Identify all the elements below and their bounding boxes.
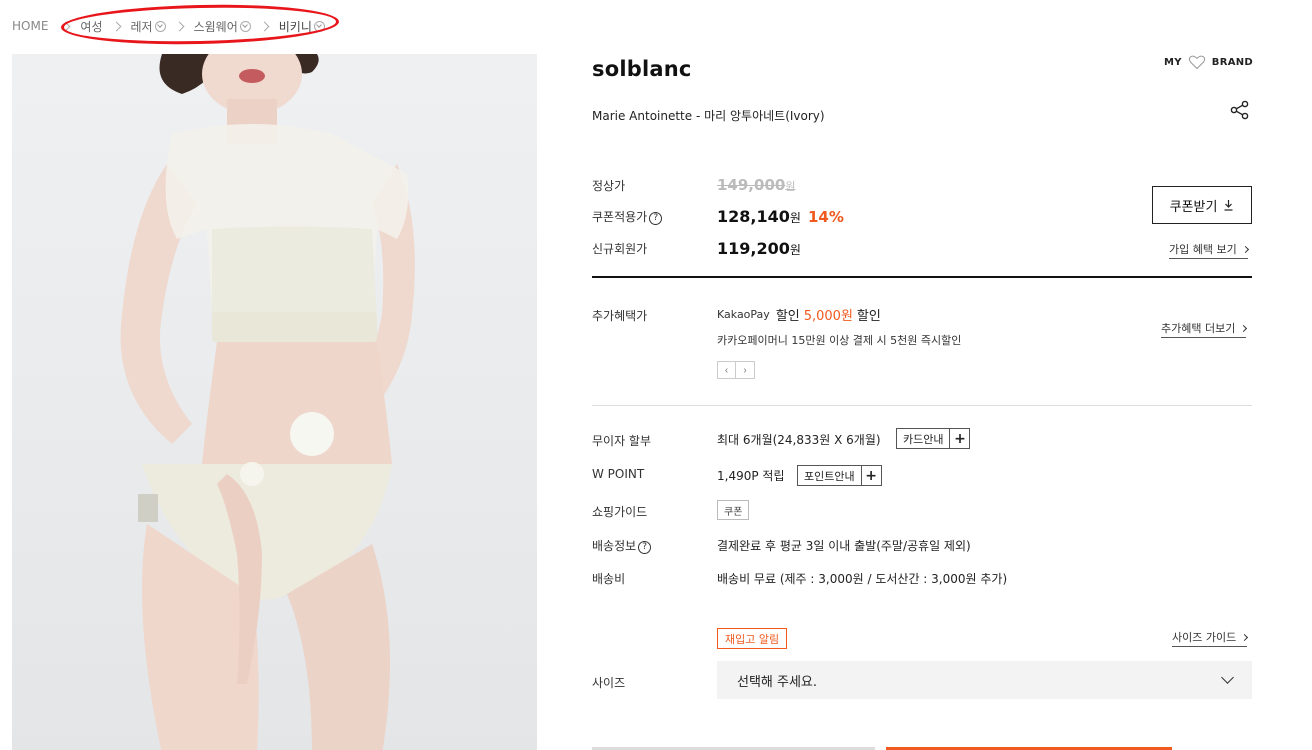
brand-name[interactable]: solblanc xyxy=(592,57,692,81)
breadcrumb-label: 레저 xyxy=(130,19,153,34)
breadcrumb-label: 비키니 xyxy=(278,19,312,34)
coupon-download-button[interactable]: 쿠폰받기 xyxy=(1152,186,1252,224)
share-icon[interactable] xyxy=(1230,100,1250,120)
breadcrumb-separator-icon xyxy=(111,21,121,31)
my-brand-toggle[interactable]: MY BRAND xyxy=(1164,54,1253,70)
size-select-placeholder: 선택해 주세요. xyxy=(737,674,818,690)
download-icon xyxy=(1224,200,1233,211)
prev-arrow-icon[interactable]: ‹ xyxy=(717,361,736,379)
member-price-label: 신규회원가 xyxy=(592,242,648,256)
chevron-down-icon xyxy=(1221,671,1234,684)
dropdown-circle-icon[interactable] xyxy=(239,20,251,32)
shipping-info-label: 배송정보? xyxy=(592,537,652,554)
installment-label: 무이자 할부 xyxy=(592,434,652,448)
more-benefits-link-label: 추가혜택 더보기 xyxy=(1161,322,1236,335)
heart-icon[interactable] xyxy=(1188,54,1206,70)
regular-price-label: 정상가 xyxy=(592,179,626,193)
kakaopay-label: KakaoPay xyxy=(717,308,770,321)
chevron-right-icon xyxy=(1241,633,1249,641)
breadcrumb-label: 여성 xyxy=(80,19,103,34)
coupon-button-label: 쿠폰받기 xyxy=(1169,199,1218,215)
breadcrumb-item-women[interactable]: 여성 xyxy=(80,18,102,35)
breadcrumb-home[interactable]: HOME xyxy=(12,19,48,33)
size-guide-link[interactable]: 사이즈 가이드 xyxy=(1172,629,1249,647)
coupon-price-value: 128,140 xyxy=(717,207,790,226)
breadcrumb-label: 스윔웨어 xyxy=(193,19,238,34)
regular-price: 149,000원 xyxy=(717,176,795,194)
benefit-amount: 5,000원 xyxy=(803,309,853,324)
coupon-price-label-text: 쿠폰적용가 xyxy=(592,210,648,224)
chevron-right-icon xyxy=(1241,245,1249,253)
restock-alert-button[interactable]: 재입고 알림 xyxy=(717,628,788,649)
installment-value: 최대 6개월(24,833원 X 6개월) xyxy=(717,433,881,447)
breadcrumb-separator-icon xyxy=(174,21,185,31)
plus-icon: + xyxy=(860,466,881,485)
coupon-price: 128,140원 xyxy=(717,207,801,226)
chevron-right-icon xyxy=(1240,324,1248,332)
shopping-guide-label: 쇼핑가이드 xyxy=(592,505,648,519)
shipping-fee-value: 배송비 무료 (제주 : 3,000원 / 도서산간 : 3,000원 추가) xyxy=(717,572,1008,586)
product-photo-illustration xyxy=(120,54,415,750)
benefit-pager: ‹ › xyxy=(717,361,755,379)
card-info-button[interactable]: 카드안내 + xyxy=(896,428,971,449)
breadcrumb-item-bikini[interactable]: 비키니 xyxy=(279,18,325,35)
regular-price-value: 149,000 xyxy=(717,176,786,194)
breadcrumb-item-leisure[interactable]: 레저 xyxy=(131,18,166,35)
product-image[interactable] xyxy=(12,54,537,750)
product-name: Marie Antoinette - 마리 앙투아네트(Ivory) xyxy=(592,109,825,123)
my-label: MY xyxy=(1164,56,1182,68)
shipping-fee-label: 배송비 xyxy=(592,572,626,586)
benefit-description: 카카오페이머니 15만원 이상 결제 시 5천원 즉시할인 xyxy=(717,334,962,347)
discount-word: 할인 xyxy=(856,309,881,324)
currency-unit: 원 xyxy=(789,243,801,257)
next-arrow-icon[interactable]: › xyxy=(736,361,755,379)
breadcrumb-item-swimwear[interactable]: 스윔웨어 xyxy=(194,18,251,35)
member-price: 119,200원 xyxy=(717,239,801,258)
brand-label: BRAND xyxy=(1211,56,1254,68)
dropdown-circle-icon[interactable] xyxy=(313,20,325,32)
section-divider xyxy=(592,276,1252,278)
discount-rate: 14% xyxy=(808,208,844,226)
section-divider xyxy=(592,405,1252,406)
card-info-label: 카드안내 xyxy=(903,432,944,446)
more-benefits-link[interactable]: 추가혜택 더보기 xyxy=(1161,320,1248,338)
size-label: 사이즈 xyxy=(592,676,626,690)
kakaopay-benefit: KakaoPay 할인 5,000원 할인 xyxy=(717,305,881,324)
help-question-icon[interactable]: ? xyxy=(649,212,663,225)
dropdown-circle-icon[interactable] xyxy=(154,20,166,32)
breadcrumb-separator-icon xyxy=(60,21,71,31)
currency-unit: 원 xyxy=(785,180,796,193)
discount-word: 할인 xyxy=(775,309,800,324)
help-question-icon[interactable]: ? xyxy=(638,541,652,554)
shipping-info-value: 결제완료 후 평균 3일 이내 출발(주말/공휴일 제외) xyxy=(717,539,971,553)
point-info-button[interactable]: 포인트안내 + xyxy=(797,465,882,486)
breadcrumb: HOME 여성 레저 스윔웨어 비키니 xyxy=(12,17,325,35)
currency-unit: 원 xyxy=(789,211,801,225)
breadcrumb-separator-icon xyxy=(259,21,270,31)
point-info-label: 포인트안내 xyxy=(804,469,855,483)
member-price-value: 119,200 xyxy=(717,239,790,258)
join-benefit-link-label: 가입 혜택 보기 xyxy=(1169,243,1237,256)
plus-icon: + xyxy=(949,429,969,448)
size-select[interactable]: 선택해 주세요. xyxy=(717,661,1252,699)
shipping-info-label-text: 배송정보 xyxy=(592,539,637,553)
point-label: W POINT xyxy=(592,467,645,481)
join-benefit-link[interactable]: 가입 혜택 보기 xyxy=(1169,241,1249,259)
point-value: 1,490P 적립 xyxy=(717,469,785,483)
coupon-guide-tag[interactable]: 쿠폰 xyxy=(717,500,750,520)
size-guide-link-label: 사이즈 가이드 xyxy=(1172,631,1237,644)
additional-benefit-label: 추가혜택가 xyxy=(592,309,648,323)
coupon-price-label: 쿠폰적용가? xyxy=(592,208,663,225)
